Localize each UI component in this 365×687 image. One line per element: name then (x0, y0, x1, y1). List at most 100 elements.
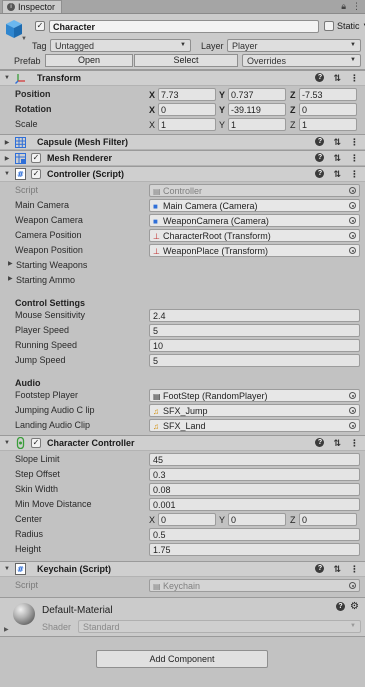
foldout-closed-icon[interactable]: ▶ (8, 275, 13, 282)
keychain-body: Script ▤ Keychain (0, 577, 365, 597)
camera-position-label: Camera Position (15, 230, 82, 240)
foldout-open-icon[interactable]: ▼ (2, 566, 12, 572)
foldout-closed-icon[interactable]: ▶ (8, 260, 13, 267)
center-z[interactable]: Z0 (290, 513, 357, 526)
slope-limit-label: Slope Limit (15, 454, 60, 464)
player-speed-label: Player Speed (15, 325, 70, 335)
starting-ammo-foldout[interactable]: ▶ Starting Ammo (0, 273, 365, 288)
weapon-position-field[interactable]: ⊥ WeaponPlace (Transform) (149, 244, 360, 257)
object-picker-icon[interactable] (349, 232, 356, 239)
enabled-checkbox[interactable]: ✓ (31, 153, 41, 163)
rotation-x[interactable]: X0 (149, 103, 216, 116)
presets-icon[interactable]: ⇅ (333, 438, 341, 449)
object-picker-icon[interactable] (349, 217, 356, 224)
object-picker-icon (349, 582, 356, 589)
player-speed-field[interactable]: 5 (149, 324, 360, 337)
audio-clip-icon: ♫ (153, 422, 159, 431)
prefab-open-button[interactable]: Open (45, 54, 133, 67)
keychain-header[interactable]: ▼ # Keychain (Script) ? ⇅ ⋮ (0, 561, 365, 577)
lock-icon[interactable]: 🔒︎ (341, 1, 346, 12)
presets-icon[interactable]: ⇅ (333, 169, 341, 180)
prefab-select-button[interactable]: Select (134, 54, 238, 67)
object-picker-icon[interactable] (349, 392, 356, 399)
more-menu-icon[interactable]: ⋮ (350, 564, 359, 575)
rotation-z[interactable]: Z0 (290, 103, 357, 116)
transform-header[interactable]: ▼ Transform ? ⇅ ⋮ (0, 70, 365, 86)
presets-icon[interactable]: ⇅ (333, 137, 341, 148)
help-icon[interactable]: ? (336, 602, 346, 611)
camera-position-field[interactable]: ⊥ CharacterRoot (Transform) (149, 229, 360, 242)
object-picker-icon[interactable] (349, 247, 356, 254)
name-field[interactable]: Character (49, 20, 319, 33)
skin-width-field[interactable]: 0.08 (149, 483, 360, 496)
foldout-closed-icon[interactable]: ▶ (2, 139, 12, 146)
running-speed-field[interactable]: 10 (149, 339, 360, 352)
material-section: Default-Material Shader Standard ▼ ▶ ? ⚙ (0, 597, 365, 637)
foldout-open-icon[interactable]: ▼ (2, 75, 12, 81)
scale-z[interactable]: Z1 (290, 118, 357, 131)
prefab-overrides-dropdown[interactable]: Overrides ▼ (242, 54, 361, 67)
more-menu-icon[interactable]: ⋮ (350, 153, 359, 164)
static-toggle[interactable]: Static ▼ (324, 21, 365, 31)
step-offset-field[interactable]: 0.3 (149, 468, 360, 481)
help-icon[interactable]: ? (315, 169, 325, 178)
center-y[interactable]: Y0 (219, 513, 286, 526)
add-component-button[interactable]: Add Component (96, 650, 268, 668)
footstep-player-field[interactable]: ▤ FootStep (RandomPlayer) (149, 389, 360, 402)
foldout-open-icon[interactable]: ▼ (2, 440, 12, 446)
more-menu-icon[interactable]: ⋮ (350, 137, 359, 148)
tab-inspector[interactable]: i Inspector (2, 0, 63, 13)
slope-limit-field[interactable]: 45 (149, 453, 360, 466)
help-icon[interactable]: ? (315, 564, 325, 573)
object-picker-icon[interactable] (349, 422, 356, 429)
foldout-open-icon[interactable]: ▼ (2, 171, 12, 177)
tab-label: Inspector (18, 2, 56, 12)
gear-icon[interactable]: ⚙ (350, 602, 359, 612)
help-icon[interactable]: ? (315, 137, 325, 146)
help-icon[interactable]: ? (315, 438, 325, 447)
help-icon[interactable]: ? (315, 73, 325, 82)
presets-icon[interactable]: ⇅ (333, 153, 341, 164)
min-move-distance-field[interactable]: 0.001 (149, 498, 360, 511)
main-camera-field[interactable]: ■ Main Camera (Camera) (149, 199, 360, 212)
landing-audio-field[interactable]: ♫ SFX_Land (149, 419, 360, 432)
footstep-player-label: Footstep Player (15, 390, 79, 400)
help-icon[interactable]: ? (315, 153, 325, 162)
more-menu-icon[interactable]: ⋮ (352, 1, 361, 12)
active-checkbox[interactable]: ✓ (35, 21, 45, 31)
static-checkbox[interactable] (324, 21, 334, 31)
presets-icon[interactable]: ⇅ (333, 564, 341, 575)
enabled-checkbox[interactable]: ✓ (31, 169, 41, 179)
more-menu-icon[interactable]: ⋮ (350, 73, 359, 84)
jumping-audio-field[interactable]: ♫ SFX_Jump (149, 404, 360, 417)
enabled-checkbox[interactable]: ✓ (31, 438, 41, 448)
tag-dropdown[interactable]: Untagged ▼ (50, 39, 191, 52)
jump-speed-field[interactable]: 5 (149, 354, 360, 367)
radius-field[interactable]: 0.5 (149, 528, 360, 541)
character-controller-header[interactable]: ▼ ✓ Character Controller ? ⇅ ⋮ (0, 435, 365, 451)
more-menu-icon[interactable]: ⋮ (350, 169, 359, 180)
rotation-y[interactable]: Y -39.119 (219, 103, 286, 116)
center-x[interactable]: X0 (149, 513, 216, 526)
scale-x[interactable]: X1 (149, 118, 216, 131)
foldout-closed-icon[interactable]: ▶ (4, 626, 9, 633)
controller-header[interactable]: ▼ # ✓ Controller (Script) ? ⇅ ⋮ (0, 166, 365, 182)
more-menu-icon[interactable]: ⋮ (350, 438, 359, 449)
foldout-closed-icon[interactable]: ▶ (2, 155, 12, 162)
prefab-label: Prefab (14, 56, 41, 66)
position-z[interactable]: Z -7.53 (290, 88, 357, 101)
height-field[interactable]: 1.75 (149, 543, 360, 556)
layer-dropdown[interactable]: Player ▼ (227, 39, 361, 52)
mouse-sensitivity-field[interactable]: 2.4 (149, 309, 360, 322)
object-picker-icon[interactable] (349, 407, 356, 414)
position-x[interactable]: X 7.73 (149, 88, 216, 101)
position-y[interactable]: Y 0.737 (219, 88, 286, 101)
object-picker-icon[interactable] (349, 202, 356, 209)
mesh-renderer-header[interactable]: ▶ ✓ Mesh Renderer ? ⇅ ⋮ (0, 150, 365, 166)
chevron-down-icon: ▼ (350, 42, 356, 48)
mesh-filter-header[interactable]: ▶ Capsule (Mesh Filter) ? ⇅ ⋮ (0, 134, 365, 150)
starting-weapons-foldout[interactable]: ▶ Starting Weapons (0, 258, 365, 273)
scale-y[interactable]: Y1 (219, 118, 286, 131)
presets-icon[interactable]: ⇅ (333, 73, 341, 84)
weapon-camera-field[interactable]: ■ WeaponCamera (Camera) (149, 214, 360, 227)
